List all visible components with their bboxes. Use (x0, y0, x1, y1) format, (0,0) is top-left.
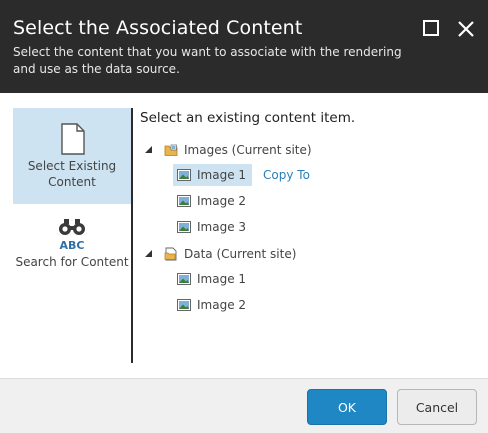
close-icon (458, 21, 474, 37)
tree-node-label[interactable]: Data (Current site) (184, 247, 296, 261)
panel-divider (131, 108, 133, 363)
svg-text:ABC: ABC (60, 239, 85, 250)
dialog-title: Select the Associated Content (13, 17, 303, 39)
close-button[interactable] (457, 20, 475, 38)
maximize-button[interactable] (423, 20, 441, 38)
tree-node-label[interactable]: Images (Current site) (184, 143, 312, 157)
tree-item[interactable]: Image 1 (173, 268, 252, 290)
tree-node-images: Images (Current site) (144, 139, 312, 161)
collapse-arrow-icon[interactable] (144, 145, 154, 155)
tree-item-data-image-1: Image 1 (173, 268, 252, 290)
image-icon (177, 273, 191, 285)
tree-item[interactable]: Image 3 (173, 216, 252, 238)
tree-item-data-image-2: Image 2 (173, 294, 252, 316)
tree-node-data: Data (Current site) (144, 243, 296, 265)
cancel-button[interactable]: Cancel (397, 389, 477, 425)
dialog-subtitle: Select the content that you want to asso… (13, 45, 402, 76)
tree-item[interactable]: Image 1 (173, 164, 253, 186)
data-folder-icon (164, 247, 177, 261)
folder-images-icon (164, 144, 178, 156)
panel-heading: Select an existing content item. (140, 110, 356, 126)
maximize-icon (423, 20, 439, 36)
sidebar-item-label: Search for Content (15, 255, 129, 269)
sidebar-item-label: Select Existing Content (27, 159, 117, 189)
dialog-header: Select the Associated Content Select the… (0, 0, 488, 93)
dialog-footer: OK Cancel (0, 378, 488, 433)
tree-item-label: Image 2 (197, 194, 247, 208)
image-icon (177, 299, 191, 311)
sidebar-item-search[interactable]: ABC Search for Content (13, 208, 131, 304)
content-panel: Select an existing content item. Images … (140, 108, 480, 363)
collapse-arrow-icon[interactable] (144, 249, 154, 259)
tree-item-label: Image 3 (197, 220, 247, 234)
tree-item-label: Image 2 (197, 298, 247, 312)
binoculars-abc-icon: ABC (59, 219, 85, 250)
sidebar: Select Existing Content ABC Search for C… (13, 108, 131, 363)
tree-item[interactable]: Image 2 (173, 190, 252, 212)
sidebar-item-select-existing[interactable]: Select Existing Content (13, 108, 131, 204)
tree-item-label: Image 1 (197, 168, 247, 182)
tree-item-label: Image 1 (197, 272, 247, 286)
tree-item-image-1: Image 1 Copy To (173, 164, 310, 186)
image-icon (177, 221, 191, 233)
tree-item-image-3: Image 3 (173, 216, 252, 238)
image-icon (177, 169, 191, 181)
image-icon (177, 195, 191, 207)
document-icon (61, 123, 85, 155)
tree-item-image-2: Image 2 (173, 190, 252, 212)
ok-button[interactable]: OK (307, 389, 387, 425)
copy-to-link[interactable]: Copy To (263, 168, 310, 182)
tree-item[interactable]: Image 2 (173, 294, 252, 316)
